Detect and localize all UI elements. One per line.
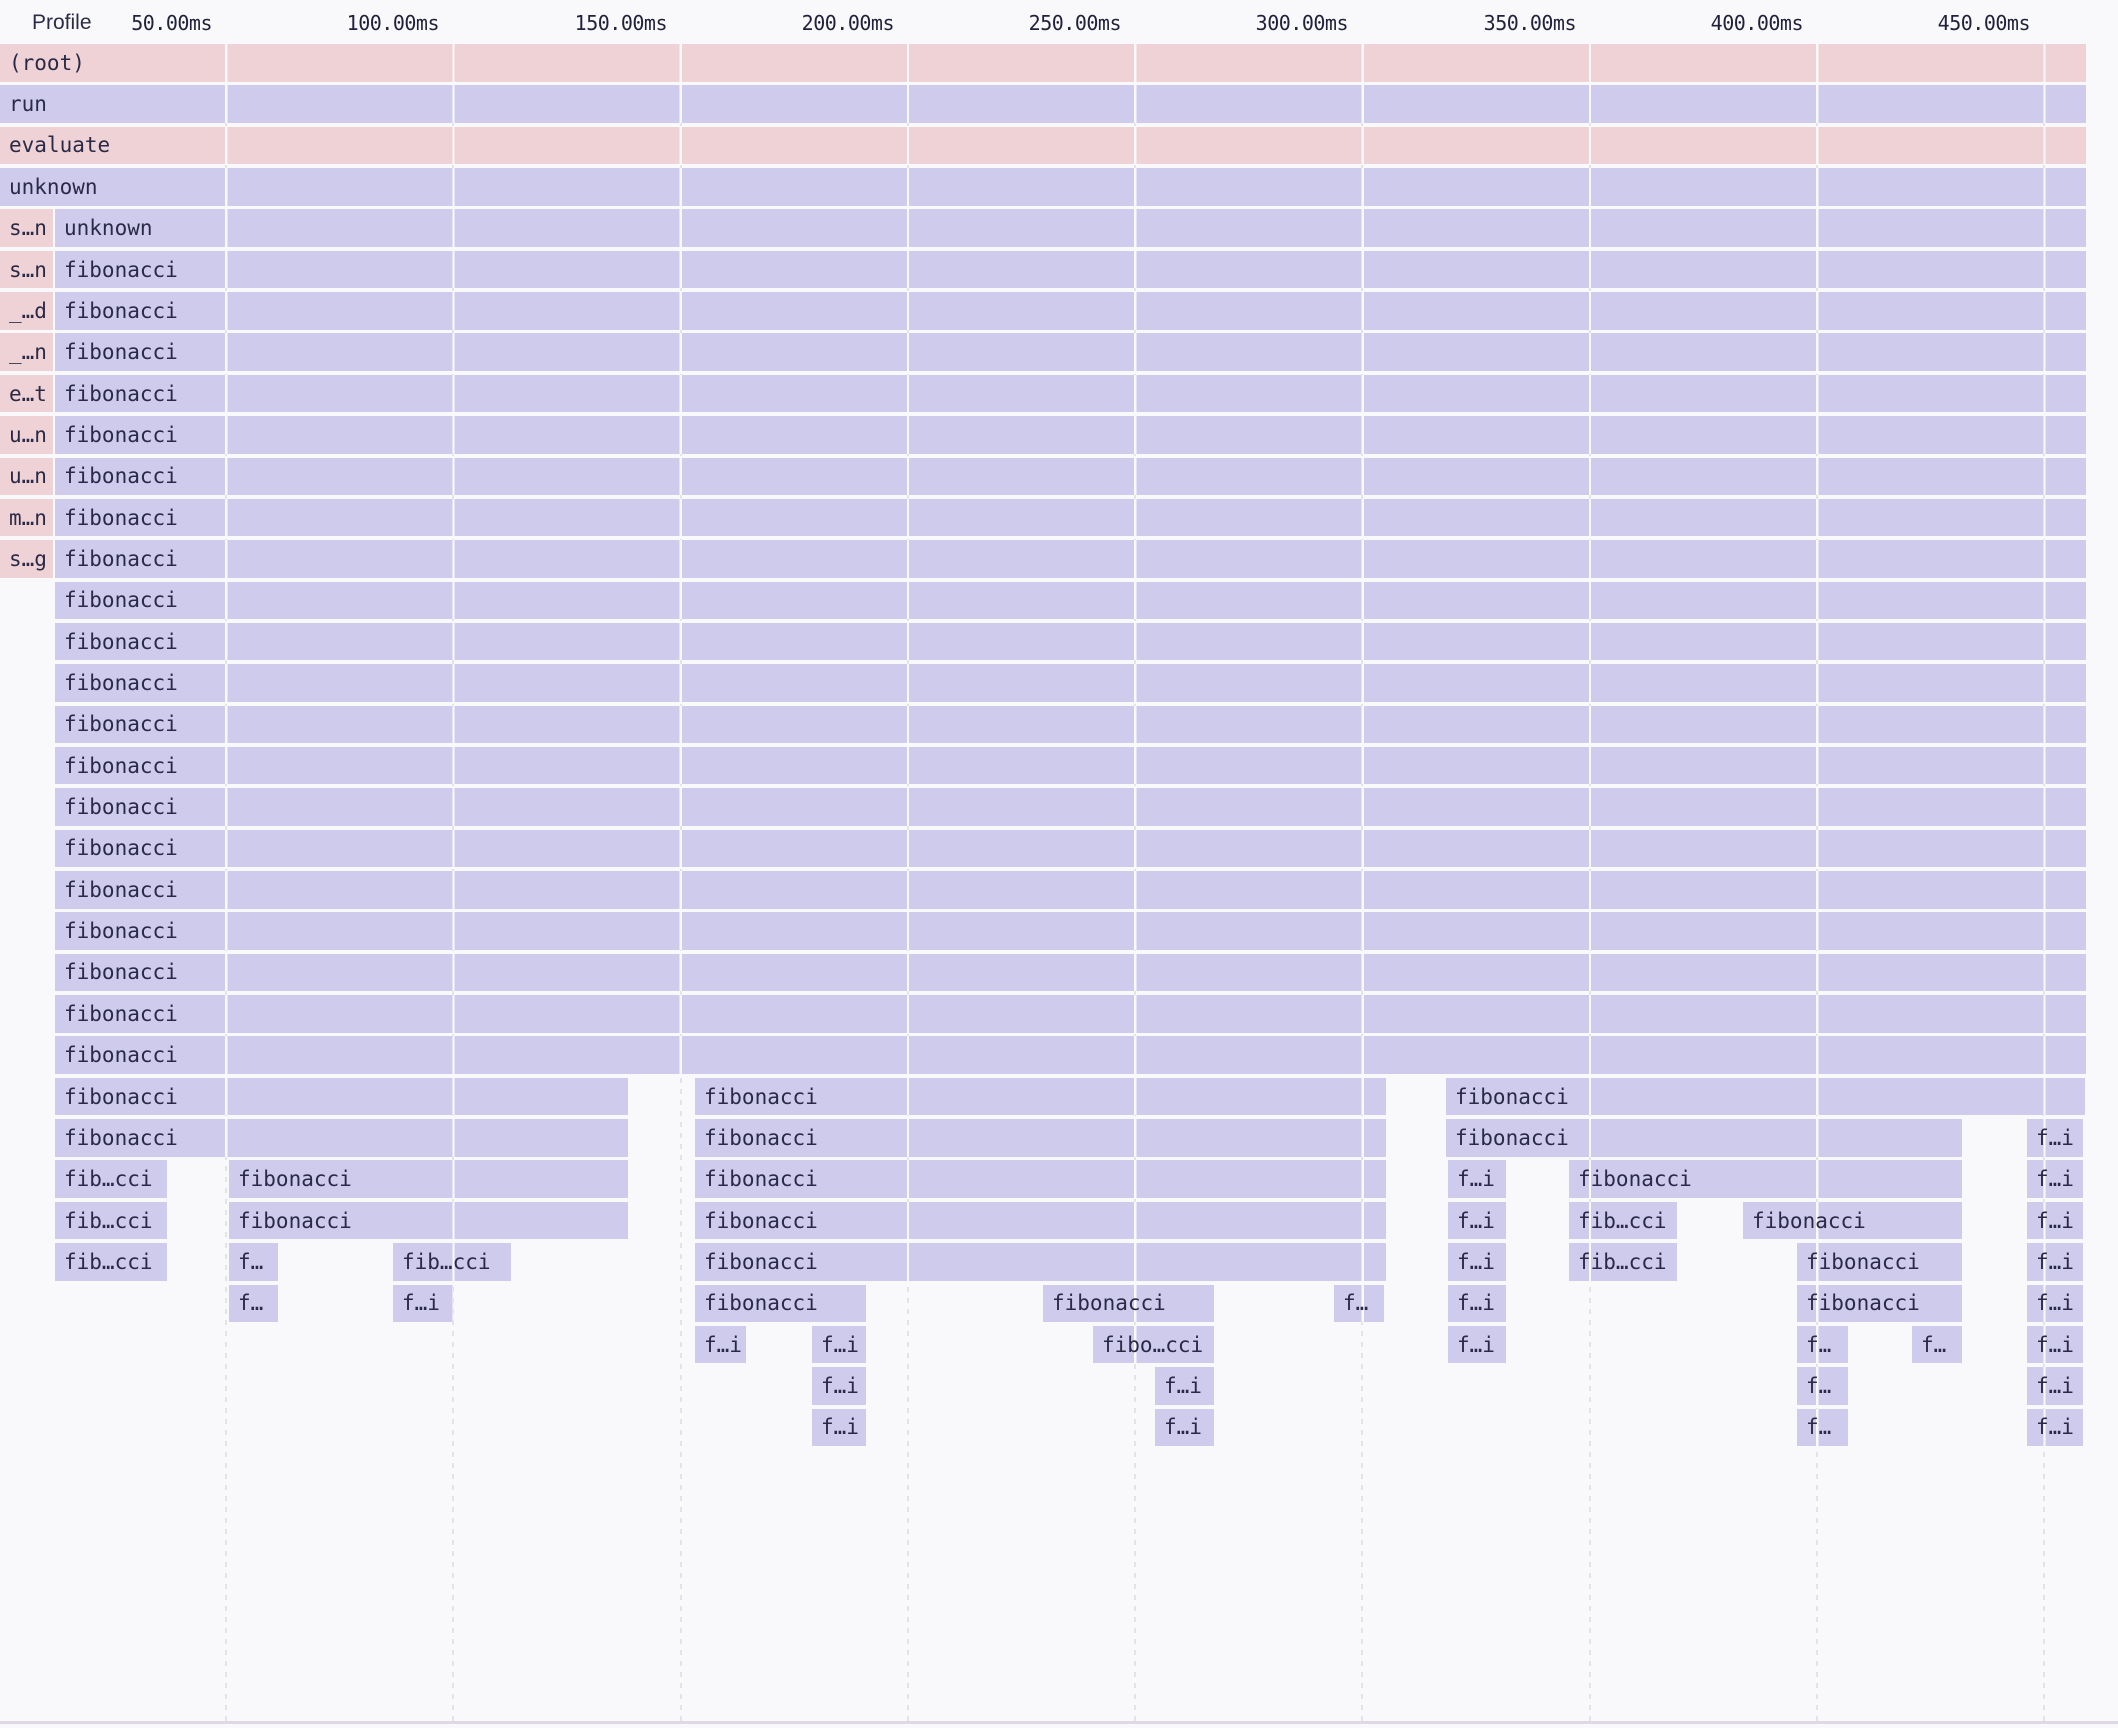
flame-bar[interactable]: fibonacci [695,1078,1386,1116]
time-tick-label: 150.00ms [519,0,667,44]
flame-bar[interactable]: fibonacci [1446,1078,2085,1116]
flame-bar[interactable]: fibonacci [55,954,2086,992]
time-axis-header: Profile 50.00ms100.00ms150.00ms200.00ms2… [0,0,2118,44]
flame-bar[interactable]: f…i [1448,1285,1506,1323]
flame-bar[interactable]: fibonacci [1043,1285,1214,1323]
flame-bar[interactable]: f…i [1155,1409,1214,1447]
flame-bar[interactable]: fibonacci [695,1285,866,1323]
flame-bar[interactable]: fibonacci [229,1202,628,1240]
flame-bar[interactable]: evaluate [0,127,2086,165]
flame-bar[interactable]: fibonacci [55,540,2086,578]
flame-bar[interactable]: _…n [0,333,53,371]
flame-bar[interactable]: fibonacci [1797,1243,1962,1281]
flame-bar[interactable]: fib…cci [55,1243,167,1281]
flame-bar[interactable]: fibonacci [55,912,2086,950]
flame-bar[interactable]: fibonacci [695,1243,1386,1281]
flame-bar[interactable]: fib…cci [393,1243,511,1281]
flame-bar[interactable]: f…i [2027,1119,2083,1157]
flame-bar[interactable]: fib…cci [55,1160,167,1198]
flame-bar[interactable]: f… [229,1243,278,1281]
flame-bar[interactable]: fibonacci [55,458,2086,496]
flame-bar[interactable]: f…i [2027,1367,2083,1405]
flame-bar[interactable]: f…i [1448,1202,1506,1240]
flame-bar[interactable]: fibonacci [55,375,2086,413]
flame-bar[interactable]: fibonacci [55,582,2086,620]
flame-bar[interactable]: s…n [0,209,53,247]
flame-bar[interactable]: f…i [2027,1409,2083,1447]
flame-bar[interactable]: f…i [1448,1326,1506,1364]
flame-bar[interactable]: fib…cci [1569,1243,1677,1281]
flame-bar[interactable]: fibo…cci [1093,1326,1214,1364]
flame-bar[interactable]: fibonacci [55,1119,628,1157]
flame-bar[interactable]: fibonacci [55,747,2086,785]
flame-bar[interactable]: fibonacci [55,1078,628,1116]
flame-bar[interactable]: f…i [2027,1326,2083,1364]
flame-bar[interactable]: f…i [812,1409,866,1447]
flame-bar[interactable]: fibonacci [1446,1119,1962,1157]
flame-bar[interactable]: f…i [2027,1243,2083,1281]
flame-bar[interactable]: fibonacci [55,1036,2086,1074]
flame-bar[interactable]: fibonacci [695,1119,1386,1157]
time-tick-label: 250.00ms [973,0,1121,44]
flame-bar[interactable]: fibonacci [229,1160,628,1198]
flame-bar[interactable]: run [0,85,2086,123]
flame-bar[interactable]: fibonacci [695,1202,1386,1240]
flame-bar[interactable]: u…n [0,416,53,454]
time-tick-label: 400.00ms [1655,0,1803,44]
time-tick-label: 100.00ms [291,0,439,44]
flame-bar[interactable]: fibonacci [55,871,2086,909]
time-tick-label: 350.00ms [1428,0,1576,44]
flame-bar[interactable]: fibonacci [55,830,2086,868]
flame-bar[interactable]: f… [229,1285,278,1323]
time-tick-label: 50.00ms [64,0,212,44]
flame-bar[interactable]: f…i [2027,1285,2083,1323]
time-tick-label: 200.00ms [746,0,894,44]
flame-bar[interactable]: fibonacci [695,1160,1386,1198]
flame-bar[interactable]: s…g [0,540,53,578]
flame-profiler-view: Profile 50.00ms100.00ms150.00ms200.00ms2… [0,0,2118,1728]
flame-bar[interactable]: s…n [0,251,53,289]
flame-bar[interactable]: unknown [55,209,2086,247]
flame-bar[interactable]: f…i [695,1326,746,1364]
flame-bar[interactable]: fibonacci [55,251,2086,289]
flame-bar[interactable]: f…i [1448,1243,1506,1281]
flame-bar[interactable]: fibonacci [55,333,2086,371]
flame-bar[interactable]: m…n [0,499,53,537]
flame-bar[interactable]: f… [1334,1285,1384,1323]
flame-bar[interactable]: unknown [0,168,2086,206]
flame-bar[interactable]: fibonacci [55,292,2086,330]
flame-bar[interactable]: fibonacci [1569,1160,1962,1198]
flame-bar[interactable]: fibonacci [55,623,2086,661]
flame-bar[interactable]: f…i [1155,1367,1214,1405]
flame-bar[interactable]: fibonacci [55,416,2086,454]
flame-bar[interactable]: u…n [0,458,53,496]
flame-bar[interactable]: f…i [812,1367,866,1405]
flame-bar[interactable]: f…i [1448,1160,1506,1198]
flame-bar[interactable]: f… [1912,1326,1962,1364]
flame-bar[interactable]: fibonacci [55,499,2086,537]
flame-bar[interactable]: f…i [2027,1160,2083,1198]
flame-bar[interactable]: f…i [2027,1202,2083,1240]
flame-bar[interactable]: (root) [0,44,2086,82]
flame-bar[interactable]: _…d [0,292,53,330]
flame-bar[interactable]: f…i [812,1326,866,1364]
time-tick-label: 450.00ms [1882,0,2030,44]
bottom-border [0,1721,2118,1724]
time-tick-label: 300.00ms [1200,0,1348,44]
flame-bar[interactable]: f… [1797,1367,1848,1405]
flame-bar[interactable]: fibonacci [55,664,2086,702]
flame-bar[interactable]: fibonacci [55,995,2086,1033]
flame-bar[interactable]: fib…cci [55,1202,167,1240]
flame-bar[interactable]: f… [1797,1326,1848,1364]
flame-bar[interactable]: fibonacci [1743,1202,1962,1240]
flame-bar[interactable]: fibonacci [55,706,2086,744]
flame-bar[interactable]: fib…cci [1569,1202,1677,1240]
flame-bar[interactable]: fibonacci [1797,1285,1962,1323]
flame-bar[interactable]: f… [1797,1409,1848,1447]
flame-bar[interactable]: f…i [393,1285,453,1323]
flame-bar[interactable]: e…t [0,375,53,413]
flame-bar[interactable]: fibonacci [55,788,2086,826]
